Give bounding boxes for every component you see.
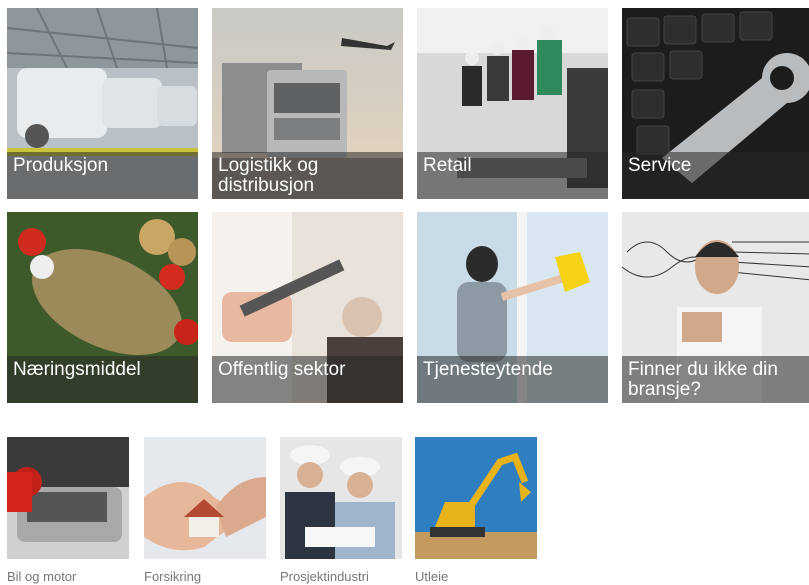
tile-logistikk[interactable]: Logistikk og distribusjon [212, 8, 403, 199]
tile-forsikring[interactable] [144, 437, 266, 559]
hands-house-image [144, 437, 266, 559]
tile-label: Service [622, 152, 809, 199]
small-tile-label: Prosjektindustri [280, 569, 369, 584]
tile-label: Finner du ikke din bransje? [622, 356, 809, 403]
tile-bil-og-motor[interactable] [7, 437, 129, 559]
tile-finner-du-ikke[interactable]: Finner du ikke din bransje? [622, 212, 809, 403]
tile-offentlig-sektor[interactable]: Offentlig sektor [212, 212, 403, 403]
tile-naeringsmiddel[interactable]: Næringsmiddel [7, 212, 198, 403]
small-tile-label: Utleie [415, 569, 449, 584]
small-tile-label: Forsikring [144, 569, 202, 584]
excavator-image [415, 437, 537, 559]
tile-produksjon[interactable]: Produksjon [7, 8, 198, 199]
tile-retail[interactable]: Retail [417, 8, 608, 199]
tile-label: Offentlig sektor [212, 356, 403, 403]
tile-tjenesteytende[interactable]: Tjenesteytende [417, 212, 608, 403]
tile-label: Produksjon [7, 152, 198, 199]
tile-utleie[interactable] [415, 437, 537, 559]
tile-label: Retail [417, 152, 608, 199]
tile-label: Tjenesteytende [417, 356, 608, 403]
tile-service[interactable]: Service [622, 8, 809, 199]
tile-prosjektindustri[interactable] [280, 437, 402, 559]
tile-label: Næringsmiddel [7, 356, 198, 403]
car-engine-image [7, 437, 129, 559]
small-tile-label: Bil og motor [7, 569, 77, 584]
tile-label: Logistikk og distribusjon [212, 152, 403, 199]
engineers-image [280, 437, 402, 559]
